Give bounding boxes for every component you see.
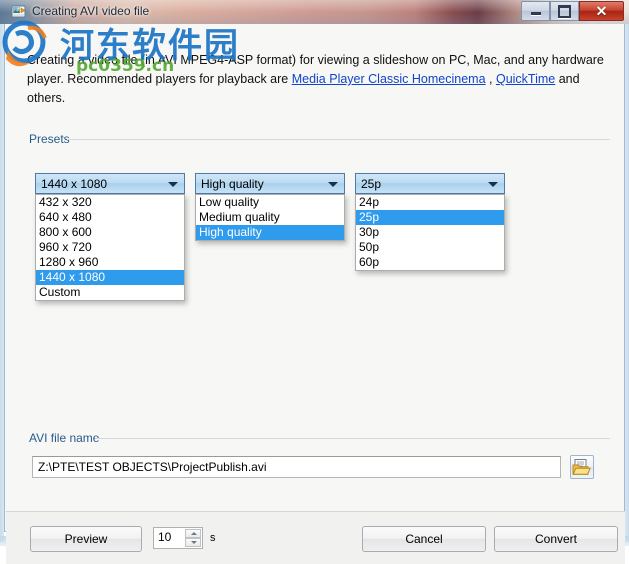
convert-button[interactable]: Convert bbox=[494, 526, 618, 552]
folder-open-icon bbox=[572, 459, 591, 475]
quality-combobox-value: High quality bbox=[201, 177, 264, 191]
maximize-button[interactable] bbox=[550, 1, 579, 21]
list-item[interactable]: 50p bbox=[356, 240, 504, 255]
description-separator: , bbox=[485, 72, 496, 86]
list-item[interactable]: Low quality bbox=[196, 195, 344, 210]
list-item[interactable]: 60p bbox=[356, 255, 504, 270]
preview-duration-unit: s bbox=[210, 532, 216, 544]
stepper-increment-button[interactable] bbox=[185, 529, 201, 538]
description-text: Creating a video file (in AVI MPEG4-ASP … bbox=[27, 51, 605, 108]
link-media-player-classic[interactable]: Media Player Classic Homecinema bbox=[292, 72, 486, 86]
list-item[interactable]: Custom bbox=[36, 285, 184, 300]
quality-dropdown-list[interactable]: Low quality Medium quality High quality bbox=[195, 194, 345, 241]
quality-combobox[interactable]: High quality bbox=[195, 173, 345, 194]
window-right-edge bbox=[625, 24, 629, 542]
list-item[interactable]: 30p bbox=[356, 225, 504, 240]
title-bar: Creating AVI video file ✕ bbox=[0, 0, 629, 24]
list-item-selected[interactable]: 1440 x 1080 bbox=[36, 270, 184, 285]
list-item-selected[interactable]: 25p bbox=[356, 210, 504, 225]
framerate-combobox[interactable]: 25p bbox=[355, 173, 505, 194]
list-item[interactable]: 960 x 720 bbox=[36, 240, 184, 255]
preview-button[interactable]: Preview bbox=[30, 526, 142, 552]
list-item[interactable]: 640 x 480 bbox=[36, 210, 184, 225]
avi-file-path-input[interactable]: Z:\PTE\TEST OBJECTS\ProjectPublish.avi bbox=[32, 456, 561, 478]
presets-group-rule bbox=[67, 139, 610, 140]
minimize-icon bbox=[522, 2, 549, 20]
browse-file-button[interactable] bbox=[570, 455, 594, 479]
chevron-down-icon bbox=[168, 182, 178, 187]
close-button[interactable]: ✕ bbox=[579, 1, 624, 21]
maximize-icon bbox=[551, 2, 578, 20]
chevron-down-icon bbox=[488, 182, 498, 187]
list-item[interactable]: 432 x 320 bbox=[36, 195, 184, 210]
framerate-combobox-value: 25p bbox=[361, 177, 382, 191]
list-item-selected[interactable]: High quality bbox=[196, 225, 344, 240]
dialog-client-area: Creating a video file (in AVI MPEG4-ASP … bbox=[4, 24, 625, 564]
cancel-button[interactable]: Cancel bbox=[362, 526, 486, 552]
avi-file-name-group-label: AVI file name bbox=[25, 431, 104, 445]
preview-duration-value: 10 bbox=[158, 530, 172, 544]
framerate-dropdown-list[interactable]: 24p 25p 30p 50p 60p bbox=[355, 194, 505, 271]
list-item[interactable]: 24p bbox=[356, 195, 504, 210]
resolution-combobox-value: 1440 x 1080 bbox=[41, 177, 108, 191]
chevron-down-icon bbox=[328, 182, 338, 187]
stepper-buttons[interactable] bbox=[185, 529, 201, 547]
link-quicktime[interactable]: QuickTime bbox=[496, 72, 555, 86]
avi-video-file-icon bbox=[11, 5, 26, 18]
list-item[interactable]: 800 x 600 bbox=[36, 225, 184, 240]
resolution-combobox[interactable]: 1440 x 1080 bbox=[35, 173, 185, 194]
list-item[interactable]: Medium quality bbox=[196, 210, 344, 225]
creating-avi-video-file-dialog: Creating AVI video file ✕ Creating a vid… bbox=[0, 0, 629, 564]
window-title: Creating AVI video file bbox=[32, 4, 150, 18]
avi-file-name-group-rule bbox=[95, 438, 610, 439]
resolution-dropdown-list[interactable]: 432 x 320 640 x 480 800 x 600 960 x 720 … bbox=[35, 194, 185, 301]
close-icon: ✕ bbox=[595, 3, 608, 19]
minimize-button[interactable] bbox=[521, 1, 550, 21]
list-item[interactable]: 1280 x 960 bbox=[36, 255, 184, 270]
